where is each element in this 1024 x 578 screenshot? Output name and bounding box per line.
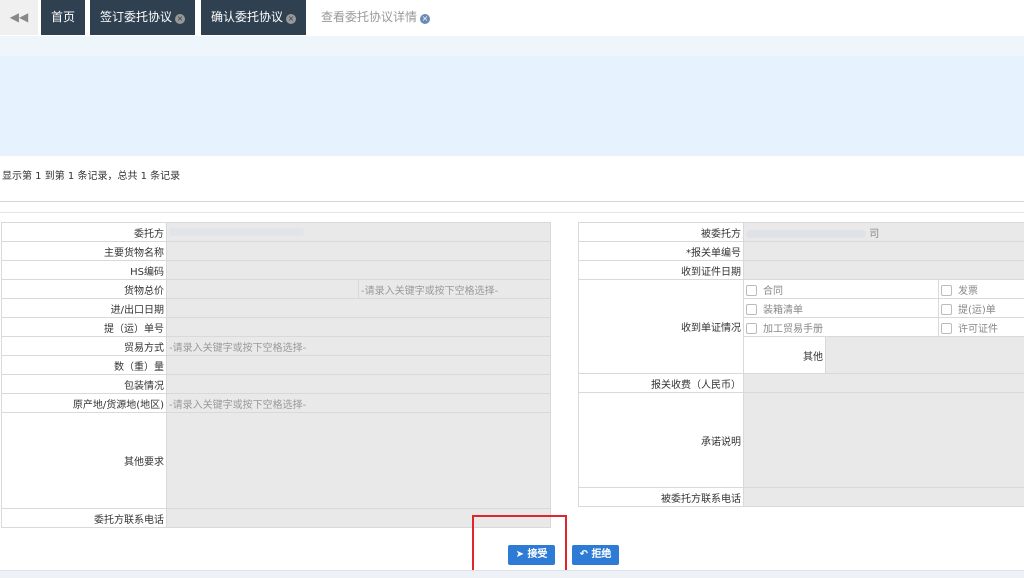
divider [0, 212, 1024, 213]
currency-select: -请录入关键字或按下空格选择- [358, 279, 551, 299]
contract-checkbox[interactable]: 合同 [743, 279, 939, 299]
tab-label: 查看委托协议详情 [321, 10, 418, 24]
tab-label: 确认委托协议 [211, 10, 284, 24]
commitment-textarea [743, 392, 1024, 488]
bill-no-label: 提（运）单号 [1, 317, 167, 337]
checkbox-label: 许可证件 [958, 323, 998, 335]
consignor-field [166, 222, 551, 242]
reject-label: 拒绝 [591, 549, 612, 560]
tab-home[interactable]: 首页 [41, 0, 86, 35]
processing-manual-checkbox[interactable]: 加工贸易手册 [743, 317, 939, 337]
bill-no-field [166, 317, 551, 337]
tab-label: 签订委托协议 [100, 10, 173, 24]
toolbar-strip [0, 36, 1024, 56]
tab-bar: ◀◀ 首页 签订委托协议 × 确认委托协议 × 查看委托协议详情 × [0, 0, 1024, 35]
close-icon[interactable]: × [286, 14, 297, 24]
highlight-box [472, 515, 567, 576]
checkbox-icon[interactable] [746, 303, 757, 315]
doc-status-label: 收到单证情况 [578, 279, 744, 374]
reject-button[interactable]: ↶ 拒绝 [572, 545, 619, 565]
checkbox-label: 提(运)单 [958, 304, 996, 316]
consignor-label: 委托方 [1, 222, 167, 242]
total-price-field [166, 279, 359, 299]
other-field [825, 336, 1024, 374]
list-table-area [0, 56, 1024, 156]
agreement-form-left: 委托方 主要货物名称 HS编码 货物总价 -请录入关键字或按下空格选择- 进/出… [1, 222, 551, 528]
checkbox-icon[interactable] [941, 284, 952, 296]
trade-mode-label: 贸易方式 [1, 336, 167, 356]
currency-placeholder: -请录入关键字或按下空格选择- [361, 285, 499, 297]
consignee-phone-label: 被委托方联系电话 [578, 487, 744, 507]
license-checkbox[interactable]: 许可证件 [938, 317, 1024, 337]
goods-name-field [166, 241, 551, 261]
checkbox-icon[interactable] [941, 303, 952, 315]
origin-select: -请录入关键字或按下空格选择- [166, 393, 551, 413]
hs-code-field [166, 260, 551, 280]
reply-icon: ↶ [579, 549, 588, 560]
quantity-label: 数（重）量 [1, 355, 167, 375]
packing-list-checkbox[interactable]: 装箱清单 [743, 298, 939, 318]
tab-sign-agreement[interactable]: 签订委托协议 × [90, 0, 196, 35]
tab-confirm-agreement[interactable]: 确认委托协议 × [201, 0, 307, 35]
origin-label: 原产地/货源地(地区) [1, 393, 167, 413]
commitment-label: 承诺说明 [578, 392, 744, 488]
decl-no-label: *报关单编号 [578, 241, 744, 261]
trade-mode-placeholder: -请录入关键字或按下空格选择- [169, 342, 307, 354]
other-req-label: 其他要求 [1, 412, 167, 509]
redacted-text [169, 227, 304, 236]
trade-mode-select: -请录入关键字或按下空格选择- [166, 336, 551, 356]
checkbox-icon[interactable] [746, 322, 757, 334]
quantity-field [166, 355, 551, 375]
invoice-checkbox[interactable]: 发票 [938, 279, 1024, 299]
doc-date-label: 收到证件日期 [578, 260, 744, 280]
close-icon[interactable]: × [175, 14, 186, 24]
checkbox-icon[interactable] [941, 322, 952, 334]
total-price-label: 货物总价 [1, 279, 167, 299]
checkbox-label: 合同 [763, 285, 783, 297]
agreement-form-right: 被委托方 司 *报关单编号 收到证件日期 收到单证情况 合同 发票 装箱清单 提… [578, 222, 1024, 507]
tab-view-agreement-details[interactable]: 查看委托协议详情 × [311, 0, 441, 35]
origin-placeholder: -请录入关键字或按下空格选择- [169, 399, 307, 411]
decl-no-field [743, 241, 1024, 261]
checkbox-label: 加工贸易手册 [763, 323, 823, 335]
checkbox-icon[interactable] [746, 284, 757, 296]
goods-name-label: 主要货物名称 [1, 241, 167, 261]
scroll-left-icon[interactable]: ◀◀ [0, 0, 38, 35]
consignor-phone-label: 委托方联系电话 [1, 508, 167, 528]
packing-field [166, 374, 551, 394]
consignee-phone-field [743, 487, 1024, 507]
hs-code-label: HS编码 [1, 260, 167, 280]
checkbox-label: 发票 [958, 285, 978, 297]
consignee-value: 司 [869, 228, 880, 240]
packing-label: 包装情况 [1, 374, 167, 394]
close-icon[interactable]: × [420, 14, 431, 24]
other-req-textarea [166, 412, 551, 509]
divider [0, 201, 1024, 202]
doc-date-field [743, 260, 1024, 280]
bill-checkbox[interactable]: 提(运)单 [938, 298, 1024, 318]
consignee-label: 被委托方 [578, 222, 744, 242]
checkbox-label: 装箱清单 [763, 304, 803, 316]
pagination-info: 显示第 1 到第 1 条记录，总共 1 条记录 [2, 171, 181, 182]
tab-label: 首页 [51, 10, 76, 24]
io-date-field [166, 298, 551, 318]
other-label: 其他 [743, 336, 826, 374]
footer-strip [0, 570, 1024, 578]
redacted-text [746, 229, 866, 238]
fee-field [743, 373, 1024, 393]
io-date-label: 进/出口日期 [1, 298, 167, 318]
fee-label: 报关收费（人民币） [578, 373, 744, 393]
consignee-field: 司 [743, 222, 1024, 242]
